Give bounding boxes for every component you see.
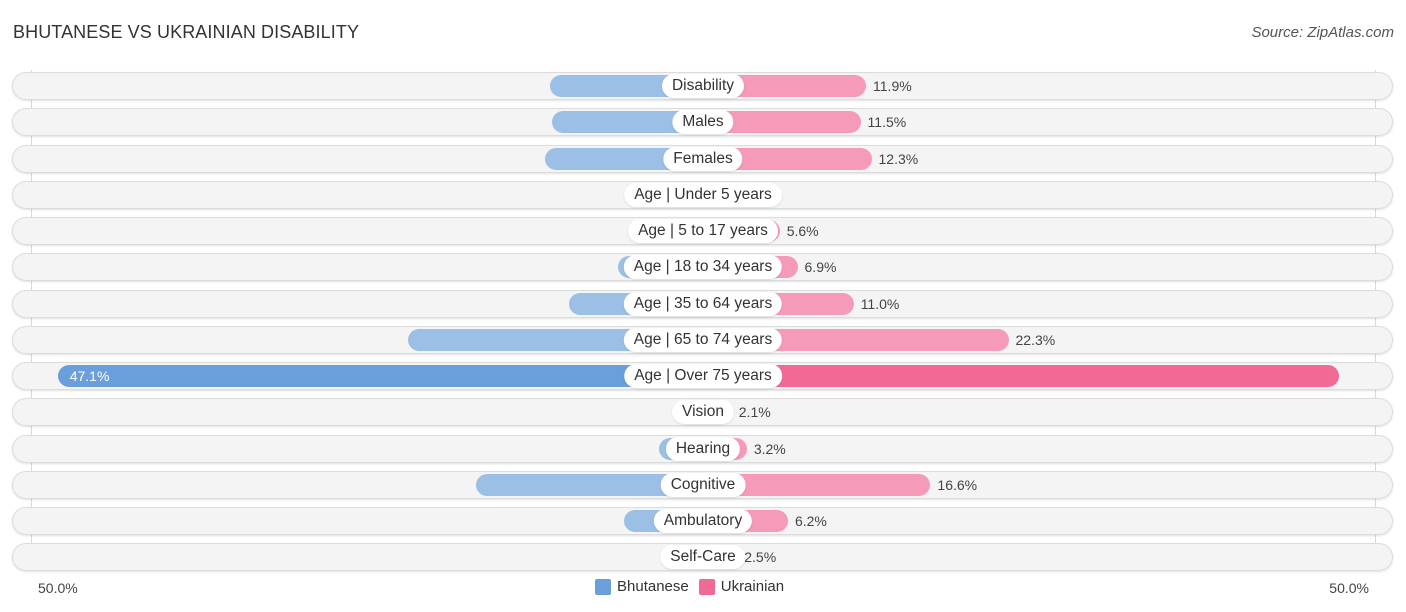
chart-title: BHUTANESE VS UKRAINIAN DISABILITY bbox=[13, 22, 360, 42]
legend-swatch-ukrainian bbox=[698, 578, 715, 595]
axis-label-right: 50.0% bbox=[1329, 580, 1369, 596]
legend-label-ukrainian: Ukrainian bbox=[720, 578, 785, 595]
category-label: Age | 35 to 64 years bbox=[623, 292, 783, 316]
category-label: Age | 65 to 74 years bbox=[623, 328, 783, 352]
value-label-bhutanese: 47.1% bbox=[69, 368, 110, 384]
value-label-ukrainian: 11.0% bbox=[860, 296, 900, 312]
value-label-ukrainian: 6.2% bbox=[794, 513, 827, 529]
legend-label-bhutanese: Bhutanese bbox=[617, 578, 689, 595]
category-label: Age | 18 to 34 years bbox=[623, 255, 783, 279]
legend-item-ukrainian[interactable]: Ukrainian bbox=[698, 578, 785, 595]
category-label: Age | 5 to 17 years bbox=[628, 219, 778, 243]
category-label: Vision bbox=[672, 400, 734, 424]
legend-swatch-bhutanese bbox=[595, 578, 611, 595]
axis-label-left: 50.0% bbox=[38, 580, 78, 596]
value-label-ukrainian: 2.1% bbox=[738, 404, 771, 420]
value-label-ukrainian: 16.6% bbox=[937, 477, 978, 493]
bar-ukrainian[interactable] bbox=[703, 365, 1339, 387]
category-label: Age | Over 75 years bbox=[624, 364, 782, 388]
category-label: Self-Care bbox=[660, 545, 746, 569]
category-label: Ambulatory bbox=[653, 509, 753, 533]
category-label: Females bbox=[663, 147, 743, 171]
value-label-ukrainian: 5.6% bbox=[786, 223, 819, 239]
category-label: Cognitive bbox=[660, 473, 746, 497]
value-label-ukrainian: 2.5% bbox=[744, 549, 777, 565]
value-label-ukrainian: 6.9% bbox=[804, 259, 837, 275]
value-label-ukrainian: 22.3% bbox=[1015, 332, 1056, 348]
value-label-ukrainian: 11.9% bbox=[873, 78, 912, 94]
value-label-ukrainian: 3.2% bbox=[753, 441, 786, 457]
bar-bhutanese[interactable] bbox=[57, 365, 703, 387]
category-label: Males bbox=[672, 110, 734, 134]
category-label: Age | Under 5 years bbox=[624, 183, 782, 207]
category-label: Disability bbox=[661, 74, 745, 98]
value-label-ukrainian: 11.5% bbox=[867, 114, 907, 130]
category-label: Hearing bbox=[665, 437, 741, 461]
value-label-ukrainian: 12.3% bbox=[878, 151, 919, 167]
source-label: Source: ZipAtlas.com bbox=[1251, 24, 1394, 41]
legend: Bhutanese Ukrainian bbox=[595, 578, 794, 595]
legend-item-bhutanese[interactable]: Bhutanese bbox=[595, 578, 689, 595]
